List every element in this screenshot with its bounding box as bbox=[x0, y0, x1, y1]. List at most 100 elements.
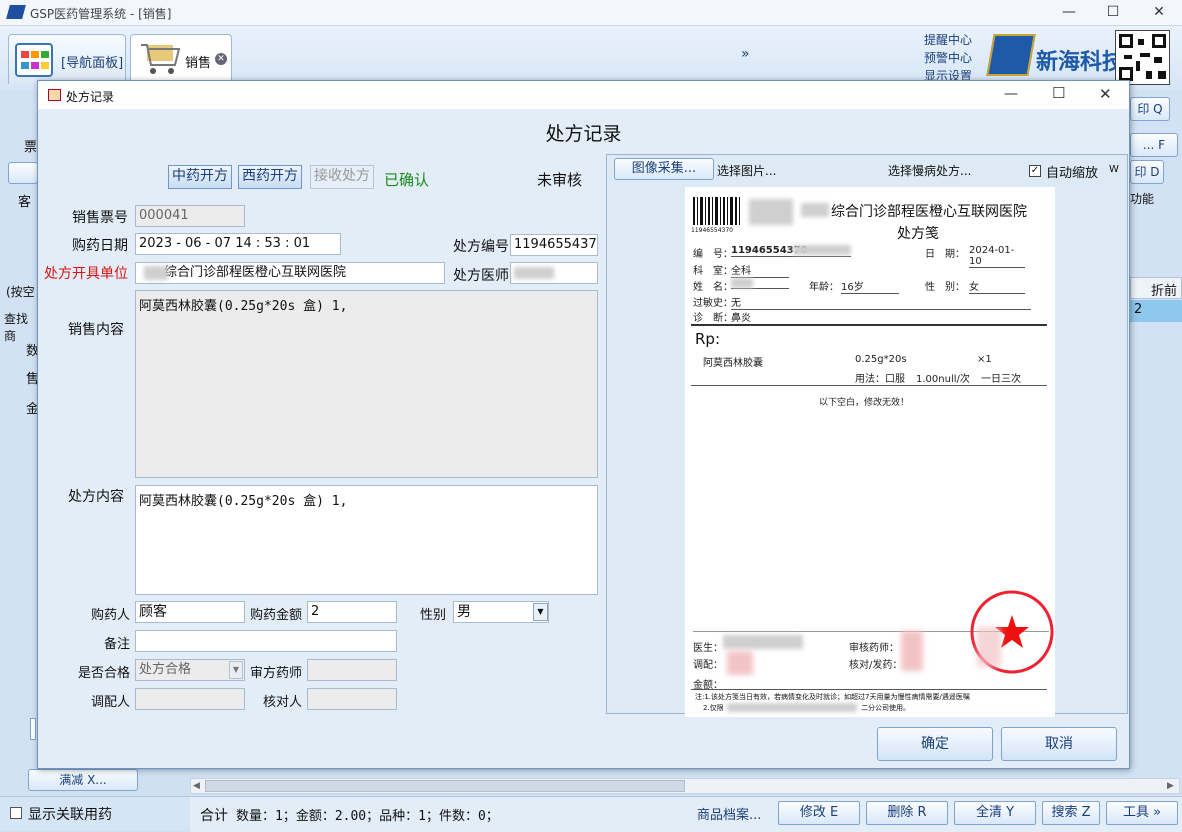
chinese-rx-button[interactable]: 中药开方 bbox=[168, 165, 232, 189]
paper-pharmacist-label: 审核药师： bbox=[849, 643, 899, 654]
dialog-icon bbox=[48, 89, 61, 101]
rx-image-panel: 图像采集... 选择图片... 选择慢病处方... ✓ 自动缩放 W 11946… bbox=[606, 154, 1128, 717]
reminder-link[interactable]: 提醒中心 bbox=[924, 32, 972, 48]
signature-image bbox=[901, 631, 923, 671]
choose-image-link[interactable]: 选择图片... bbox=[717, 162, 776, 179]
minimize-icon[interactable]: — bbox=[1046, 0, 1092, 26]
cancel-button[interactable]: 取消 bbox=[1001, 727, 1117, 761]
rx-content-area[interactable]: 阿莫西林胶囊(0.25g*20s 盒) 1, bbox=[135, 485, 598, 595]
image-capture-button[interactable]: 图像采集... bbox=[614, 158, 714, 180]
tab-navigation[interactable]: [导航面板] bbox=[8, 34, 126, 84]
delete-button[interactable]: 删除 R bbox=[866, 801, 948, 825]
paper-dept-label: 科 室： bbox=[693, 266, 733, 277]
paper-diag-label: 诊 断： bbox=[693, 313, 733, 324]
checker-field bbox=[307, 688, 397, 710]
paper-divider bbox=[691, 385, 1047, 386]
rx-doctor-label: 处方医师 bbox=[453, 268, 509, 284]
bottom-bar: 显示关联用药 合计 数量：1；金额：2.00；品种：1；件数：0； 商品档案..… bbox=[0, 796, 1182, 832]
bg-button[interactable] bbox=[8, 162, 38, 184]
paper-dose: 1.00null/次 bbox=[916, 374, 970, 385]
receive-rx-button[interactable]: 接收处方 bbox=[310, 165, 374, 189]
tab-close-icon[interactable]: ✕ bbox=[215, 53, 227, 65]
rx-image: 11946554370 综合门诊部程医橙心互联网医院 处方笺 编 号： 1194… bbox=[685, 187, 1055, 717]
dialog-maximize-icon[interactable]: ☐ bbox=[1052, 84, 1065, 102]
scroll-left-icon[interactable]: ◀ bbox=[193, 781, 200, 791]
close-icon[interactable]: ✕ bbox=[1136, 0, 1182, 26]
tab-sales-label: 销售 bbox=[185, 56, 212, 71]
app-title: GSP医药管理系统 - [销售] bbox=[30, 7, 172, 21]
tab-sales[interactable]: 销售 ✕ bbox=[130, 34, 232, 84]
rx-paper-title: 处方笺 bbox=[897, 226, 939, 242]
warning-link[interactable]: 预警中心 bbox=[924, 50, 972, 66]
redacted-mask bbox=[723, 635, 803, 649]
search-button[interactable]: 搜索 Z bbox=[1042, 801, 1100, 825]
ticket-label: 销售票号 bbox=[72, 210, 128, 226]
barcode-number: 11946554370 bbox=[691, 227, 733, 234]
brand-name: 新海科技 bbox=[1036, 49, 1125, 75]
maximize-icon[interactable]: ☐ bbox=[1090, 0, 1136, 26]
scroll-right-icon[interactable]: ▶ bbox=[1167, 781, 1174, 791]
clear-all-button[interactable]: 全清 Y bbox=[954, 801, 1036, 825]
hospital-name: 综合门诊部程医橙心互联网医院 bbox=[831, 204, 1027, 220]
app-titlebar: GSP医药管理系统 - [销售] — ☐ ✕ bbox=[0, 0, 1182, 26]
gender-dropdown-icon[interactable]: ▼ bbox=[533, 603, 548, 621]
dialog-minimize-icon[interactable]: — bbox=[1004, 86, 1018, 102]
paper-note3: 二分公司使用。 bbox=[861, 704, 910, 712]
paper-spec: 0.25g*20s bbox=[855, 354, 907, 365]
brand-logo-icon bbox=[986, 34, 1036, 76]
paper-freq: 一日三次 bbox=[981, 374, 1021, 385]
purchase-date-field[interactable]: 2023 - 06 - 07 14 : 53 : 01 bbox=[135, 233, 341, 255]
amount-field[interactable]: 2 bbox=[307, 601, 397, 623]
bg-d-button[interactable]: 印 D bbox=[1130, 160, 1164, 184]
issuing-unit-field[interactable]: 综合门诊部程医橙心互联网医院 bbox=[135, 262, 445, 284]
western-rx-button[interactable]: 西药开方 bbox=[238, 165, 302, 189]
paper-rp: Rp: bbox=[695, 330, 720, 348]
summary-text: 数量：1；金额：2.00；品种：1；件数：0； bbox=[236, 809, 499, 824]
more-tabs-icon[interactable]: » bbox=[741, 46, 750, 62]
bg-f-button[interactable]: ... F bbox=[1130, 133, 1178, 157]
autoscale-checkbox[interactable]: ✓ bbox=[1029, 165, 1041, 177]
paper-dept: 全科 bbox=[731, 262, 789, 278]
note-field[interactable] bbox=[135, 630, 397, 652]
sale-content-label: 销售内容 bbox=[68, 322, 124, 338]
buyer-label: 购药人 bbox=[90, 608, 130, 623]
paper-sex: 女 bbox=[969, 278, 1025, 294]
issuing-unit-label: 处方开具单位 bbox=[44, 266, 128, 282]
confirm-button[interactable]: 确定 bbox=[877, 727, 993, 761]
autoscale-label: 自动缩放 bbox=[1046, 166, 1099, 181]
bg-label: 客 bbox=[18, 195, 32, 210]
signature-image bbox=[727, 651, 753, 675]
paper-allergy: 无 bbox=[731, 294, 1031, 310]
dispenser-field bbox=[135, 688, 245, 710]
horizontal-scrollbar[interactable]: ◀ ▶ bbox=[190, 778, 1180, 794]
scrollbar-thumb[interactable] bbox=[205, 780, 685, 792]
manjian-button[interactable]: 满减 X... bbox=[28, 769, 138, 791]
rx-number-field[interactable]: 11946554370 bbox=[510, 234, 598, 256]
paper-note1: 注:1.该处方笺当日有效，若病情变化及时就诊；如超过7天用量为慢性病情需要/遇遥… bbox=[695, 693, 970, 701]
chronic-rx-link[interactable]: 选择慢病处方... bbox=[888, 162, 971, 179]
buyer-field[interactable]: 顾客 bbox=[135, 601, 245, 623]
app-logo-icon bbox=[6, 5, 26, 19]
rx-content-label: 处方内容 bbox=[68, 489, 124, 505]
redacted-mask bbox=[793, 245, 851, 255]
review-status: 未审核 bbox=[537, 171, 583, 189]
dialog-close-icon[interactable]: ✕ bbox=[1099, 85, 1112, 103]
paper-age-label: 年龄： bbox=[809, 282, 839, 293]
bg-edge bbox=[30, 718, 36, 740]
product-archive-link[interactable]: 商品档案... bbox=[697, 804, 761, 823]
tools-button[interactable]: 工具 » bbox=[1106, 801, 1178, 825]
summary-label: 合计 bbox=[200, 808, 228, 824]
show-related-checkbox[interactable] bbox=[10, 807, 22, 819]
redacted-mask bbox=[731, 278, 753, 288]
rx-doctor-field[interactable] bbox=[510, 262, 598, 284]
redacted-mask bbox=[144, 266, 168, 280]
bg-print-button[interactable]: 印 Q bbox=[1130, 97, 1170, 121]
redacted-mask bbox=[801, 203, 829, 217]
edit-button[interactable]: 修改 E bbox=[778, 801, 860, 825]
paper-blank-note: 以下空白，修改无效！ bbox=[819, 398, 910, 408]
qualified-dropdown-icon[interactable]: ▼ bbox=[229, 661, 243, 679]
redacted-mask bbox=[977, 627, 1001, 667]
cart-icon bbox=[137, 39, 183, 79]
paper-sex-label: 性 别： bbox=[925, 282, 965, 293]
bg-label: 查找商 bbox=[4, 312, 29, 343]
